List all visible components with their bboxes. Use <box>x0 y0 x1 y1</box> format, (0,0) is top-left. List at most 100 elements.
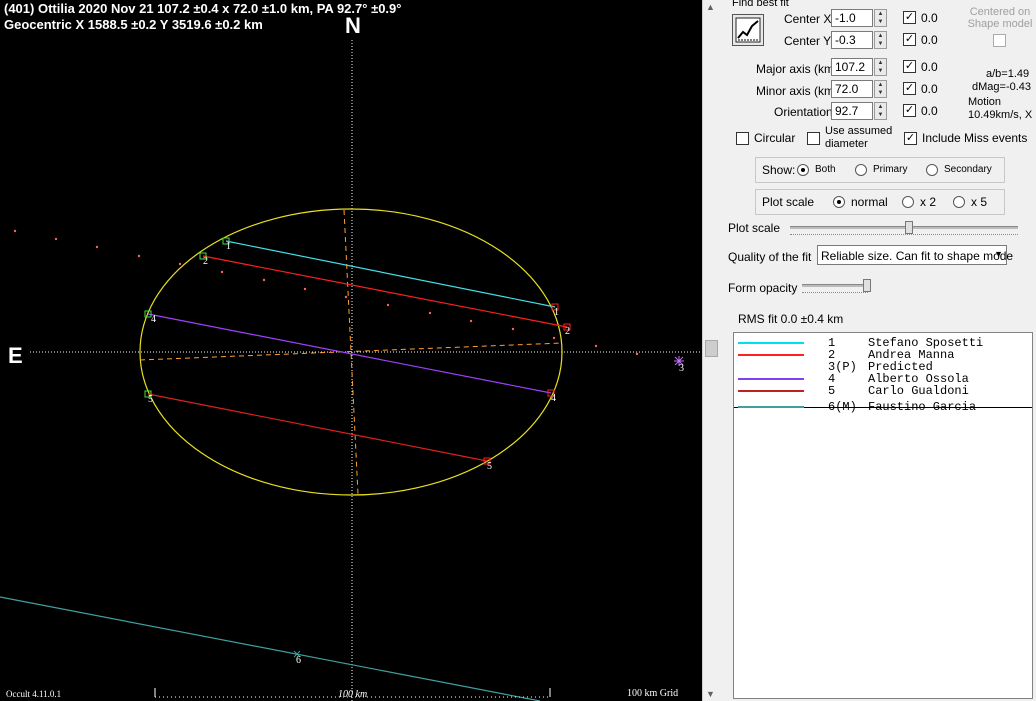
legend-color-swatch <box>738 390 804 392</box>
chord-4 <box>147 313 552 394</box>
form-opacity-slider[interactable] <box>802 278 872 294</box>
chord-label-1: 1 <box>226 241 231 252</box>
minor-axis-uncertainty: 0.0 <box>921 82 938 96</box>
occultation-plot[interactable]: (401) Ottilia 2020 Nov 21 107.2 ±0.4 x 7… <box>0 0 702 701</box>
use-assumed-checkbox[interactable] <box>807 132 820 145</box>
orientation-fit-checkbox[interactable]: ✓ <box>903 104 916 117</box>
chord-label-5: 5 <box>148 394 153 405</box>
show-secondary-label: Secondary <box>944 164 992 175</box>
chord-label-2-end: 2 <box>565 326 570 337</box>
orientation-spinner[interactable]: ▲ ▼ <box>874 102 887 120</box>
chord-label-5-end: 5 <box>487 461 492 472</box>
observer-legend[interactable]: 1 Stefano Sposetti 2 Andrea Manna 3(P) Predic… <box>733 332 1033 699</box>
chord-label-3: 3 <box>679 363 684 374</box>
plot-scale-thumb[interactable] <box>905 221 913 234</box>
include-miss-checkbox[interactable]: ✓ <box>904 132 917 145</box>
plot-scale-slider[interactable] <box>790 220 1018 236</box>
fit-chart-icon <box>735 17 761 43</box>
scroll-down-icon[interactable]: ▼ <box>706 689 715 699</box>
rms-fit-label: RMS fit 0.0 ±0.4 km <box>738 312 844 326</box>
scrollbar-thumb[interactable] <box>705 340 718 357</box>
plot-scale-group: Plot scale normal x 2 x 5 <box>755 189 1005 215</box>
scroll-up-icon[interactable]: ▲ <box>706 2 715 12</box>
scale-normal-radio[interactable] <box>833 196 845 208</box>
show-secondary-radio[interactable] <box>926 164 938 176</box>
major-axis-fit-checkbox[interactable]: ✓ <box>903 60 916 73</box>
major-axis-uncertainty: 0.0 <box>921 60 938 74</box>
quality-select[interactable]: Reliable size. Can fit to shape mode ▼ <box>817 245 1013 265</box>
plot-title-line2: Geocentric X 1588.5 ±0.2 Y 3519.6 ±0.2 k… <box>4 17 263 32</box>
scale-x5-radio[interactable] <box>953 196 965 208</box>
chord-6 <box>0 596 541 701</box>
scale-normal-label: normal <box>851 195 888 209</box>
show-both-label: Both <box>815 164 836 175</box>
find-best-fit-button[interactable] <box>732 14 764 46</box>
vertical-scrollbar[interactable]: ▲ ▼ <box>702 0 720 701</box>
plot-title-line1: (401) Ottilia 2020 Nov 21 107.2 ±0.4 x 7… <box>4 1 402 16</box>
circular-checkbox[interactable] <box>736 132 749 145</box>
chord-label-4-end: 4 <box>551 393 556 404</box>
find-best-fit-label: Find best fit <box>732 0 789 9</box>
chord-1 <box>225 240 556 308</box>
motion-label: Motion <box>968 96 1002 108</box>
minor-axis-spinner[interactable]: ▲ ▼ <box>874 80 887 98</box>
center-y-fit-checkbox[interactable]: ✓ <box>903 33 916 46</box>
chord-label-1-end: 1 <box>554 307 559 318</box>
minor-axis-input[interactable]: 72.0 <box>831 80 873 98</box>
scale-x5-label: x 5 <box>971 195 988 209</box>
minor-axis-label: Minor axis (km) <box>756 84 839 98</box>
center-y-uncertainty: 0.0 <box>921 33 938 47</box>
chord-label-6: 6 <box>296 655 301 666</box>
plot-scale-slider-label: Plot scale <box>728 221 781 235</box>
path-dots <box>13 229 639 356</box>
orientation-label: Orientation <box>774 105 833 119</box>
major-axis-label: Major axis (km) <box>756 62 839 76</box>
quality-label: Quality of the fit <box>728 250 812 264</box>
center-x-spinner[interactable]: ▲ ▼ <box>874 9 887 27</box>
center-x-label: Center X <box>784 12 832 26</box>
show-both-radio[interactable] <box>797 164 809 176</box>
centered-on-shape-label: Centered on Shape model <box>967 6 1033 30</box>
chevron-down-icon: ▼ <box>994 249 1003 259</box>
legend-number: 5 <box>828 384 836 398</box>
center-y-label: Center Y <box>784 34 832 48</box>
legend-observer-name: Faustino Garcia <box>868 400 977 414</box>
legend-observer-name: Carlo Gualdoni <box>868 384 969 398</box>
center-x-fit-checkbox[interactable]: ✓ <box>903 11 916 24</box>
delta-mag: dMag=-0.43 <box>972 81 1032 93</box>
major-axis-input[interactable]: 107.2 <box>831 58 873 76</box>
centered-on-shape-checkbox[interactable] <box>993 34 1006 47</box>
center-y-input[interactable]: -0.3 <box>831 31 873 49</box>
scale-x2-radio[interactable] <box>902 196 914 208</box>
east-label: E <box>8 343 23 368</box>
include-miss-label: Include Miss events <box>922 131 1028 145</box>
show-primary-label: Primary <box>873 164 908 175</box>
legend-color-swatch <box>738 342 804 344</box>
use-assumed-label: Use assumed diameter <box>825 125 893 150</box>
north-label: N <box>345 13 361 38</box>
show-group: Show: Both Primary Secondary <box>755 157 1005 183</box>
version-label: Occult 4.11.0.1 <box>6 689 62 699</box>
show-primary-radio[interactable] <box>855 164 867 176</box>
chord-label-2: 2 <box>203 256 208 267</box>
motion-value: 10.49km/s, X <box>968 109 1033 121</box>
scale-x2-label: x 2 <box>920 195 937 209</box>
quality-selected-value: Reliable size. Can fit to shape mode <box>821 249 1014 263</box>
chord-label-4: 4 <box>151 314 156 325</box>
chord-2 <box>202 255 568 328</box>
scale-label: 100 km <box>338 689 368 700</box>
plot-canvas <box>0 40 702 701</box>
center-y-spinner[interactable]: ▲ ▼ <box>874 31 887 49</box>
orientation-uncertainty: 0.0 <box>921 104 938 118</box>
center-x-input[interactable]: -1.0 <box>831 9 873 27</box>
form-opacity-thumb[interactable] <box>863 279 871 292</box>
axis-ratio: a/b=1.49 <box>986 68 1030 80</box>
major-axis-spinner[interactable]: ▲ ▼ <box>874 58 887 76</box>
minor-axis-fit-checkbox[interactable]: ✓ <box>903 82 916 95</box>
form-opacity-label: Form opacity <box>728 281 798 295</box>
legend-color-swatch <box>738 354 804 356</box>
orientation-input[interactable]: 92.7 <box>831 102 873 120</box>
legend-color-swatch <box>738 406 804 408</box>
grid-label: 100 km Grid <box>627 688 679 699</box>
plot-scale-group-label: Plot scale <box>762 195 815 209</box>
